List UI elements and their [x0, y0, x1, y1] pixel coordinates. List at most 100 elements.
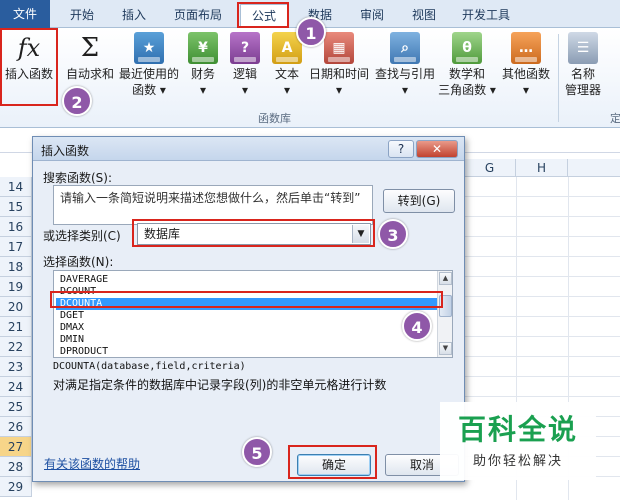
search-function-label: 搜索函数(S):: [43, 171, 113, 185]
defined-names-group-label: 定: [610, 112, 620, 125]
tab-review[interactable]: 审阅: [352, 4, 392, 28]
datetime-label: 日期和时间: [308, 67, 369, 81]
autosum-label: 自动求和: [65, 67, 114, 81]
category-select[interactable]: 数据库 ▼: [137, 223, 371, 245]
category-label: 或选择类别(C): [43, 229, 121, 243]
function-list-item[interactable]: DMAX: [56, 322, 439, 334]
category-value: 数据库: [144, 227, 181, 241]
name-manager-sub-label: 管理器: [564, 83, 601, 97]
row-header[interactable]: 29: [0, 477, 32, 497]
column-header-g[interactable]: G: [464, 159, 516, 177]
watermark-subtitle: 助你轻松解决: [472, 454, 563, 469]
step-badge-4: 4: [402, 311, 432, 341]
tab-view[interactable]: 视图: [404, 4, 444, 28]
ok-button[interactable]: 确定: [297, 454, 371, 476]
step-badge-5: 5: [242, 437, 272, 467]
name-manager-label: 名称: [570, 67, 595, 81]
row-header[interactable]: 28: [0, 457, 32, 477]
row-header[interactable]: 21: [0, 317, 32, 337]
name-manager-button[interactable]: ☰ 名称 管理器: [562, 32, 604, 98]
tab-formulas[interactable]: 公式: [240, 4, 288, 29]
other-label: 其他函数: [501, 67, 550, 81]
close-icon[interactable]: ✕: [416, 140, 458, 158]
insert-function-dialog: 插入函数 ? ✕ 搜索函数(S): 请输入一条简短说明来描述您想做什么，然后单击…: [32, 136, 465, 482]
more-functions-book-icon: …: [511, 32, 541, 64]
row-header-selected[interactable]: 27: [0, 437, 32, 457]
row-header[interactable]: 24: [0, 377, 32, 397]
tab-developer[interactable]: 开发工具: [454, 4, 518, 28]
calendar-book-icon: ▦: [324, 32, 354, 64]
star-book-icon: ★: [134, 32, 164, 64]
row-header[interactable]: 23: [0, 357, 32, 377]
theta-book-icon: θ: [452, 32, 482, 64]
row-header[interactable]: 14: [0, 177, 32, 197]
row-header[interactable]: 26: [0, 417, 32, 437]
text-label: 文本: [274, 67, 299, 81]
row-header[interactable]: 20: [0, 297, 32, 317]
watermark-title: 百科全说: [457, 413, 578, 446]
function-help-link[interactable]: 有关该函数的帮助: [44, 455, 140, 472]
financial-label: 财务: [190, 67, 215, 81]
scroll-up-icon[interactable]: ▲: [439, 272, 452, 285]
function-listbox[interactable]: DAVERAGE DCOUNT DCOUNTA DGET DMAX DMIN D…: [53, 270, 453, 358]
row-header[interactable]: 17: [0, 237, 32, 257]
step-badge-3: 3: [378, 219, 408, 249]
other-arrow: ▾: [522, 83, 530, 97]
select-function-label: 选择函数(N):: [43, 255, 114, 269]
row-header[interactable]: 15: [0, 197, 32, 217]
insert-function-label: 插入函数: [4, 67, 53, 81]
more-functions-button[interactable]: … 其他函数 ▾: [498, 32, 554, 98]
autosum-button[interactable]: Σ 自动求和: [62, 32, 118, 82]
insert-function-button[interactable]: fx 插入函数: [2, 32, 56, 82]
math-label: 数学和: [448, 67, 485, 81]
function-description: 对满足指定条件的数据库中记录字段(列)的非空单元格进行计数: [53, 378, 387, 392]
search-function-input[interactable]: 请输入一条简短说明来描述您想做什么，然后单击“转到”: [53, 185, 373, 225]
dialog-titlebar[interactable]: 插入函数 ? ✕: [33, 137, 464, 161]
row-header[interactable]: 22: [0, 337, 32, 357]
function-list-item[interactable]: DAVERAGE: [56, 274, 439, 286]
datetime-arrow: ▾: [335, 83, 343, 97]
tab-page-layout[interactable]: 页面布局: [166, 4, 230, 28]
dropdown-arrow-icon[interactable]: ▼: [352, 225, 369, 243]
tab-file[interactable]: 文件: [0, 0, 50, 28]
logical-arrow: ▾: [241, 83, 249, 97]
goto-button[interactable]: 转到(G): [383, 189, 455, 213]
tab-home[interactable]: 开始: [60, 4, 104, 28]
row-header[interactable]: 19: [0, 277, 32, 297]
watermark-logo: 百科全说 助你轻松解决: [440, 402, 596, 480]
logical-button[interactable]: ? 逻辑 ▾: [228, 32, 262, 98]
dialog-title: 插入函数: [41, 144, 90, 158]
row-header[interactable]: 18: [0, 257, 32, 277]
math-trig-button[interactable]: θ 数学和 三角函数 ▾: [438, 32, 496, 98]
financial-button[interactable]: ¥ 财务 ▾: [186, 32, 220, 98]
scroll-down-icon[interactable]: ▼: [439, 342, 452, 355]
name-manager-icon: ☰: [568, 32, 598, 64]
list-scrollbar[interactable]: ▲ ▼: [437, 271, 452, 357]
sigma-icon: Σ: [80, 33, 100, 63]
recent-label: 最近使用的: [118, 67, 179, 81]
step-badge-1: 1: [296, 17, 326, 47]
group-separator: [558, 34, 559, 122]
lookup-reference-button[interactable]: ⌕ 查找与引用 ▾: [372, 32, 438, 98]
help-button[interactable]: ?: [388, 140, 414, 158]
math-sub-label: 三角函数 ▾: [438, 83, 496, 97]
column-header-i[interactable]: [568, 159, 620, 177]
text-arrow: ▾: [283, 83, 291, 97]
recent-sub-label: 函数 ▾: [132, 83, 166, 97]
row-header[interactable]: 25: [0, 397, 32, 417]
fx-icon: fx: [17, 34, 41, 62]
recent-functions-button[interactable]: ★ 最近使用的 函数 ▾: [118, 32, 180, 98]
logical-book-icon: ?: [230, 32, 260, 64]
lookup-arrow: ▾: [401, 83, 409, 97]
financial-arrow: ▾: [199, 83, 207, 97]
row-header[interactable]: 16: [0, 217, 32, 237]
column-header-h[interactable]: H: [516, 159, 568, 177]
function-list-item-selected[interactable]: DCOUNTA: [56, 298, 439, 310]
logical-label: 逻辑: [232, 67, 257, 81]
function-list-item[interactable]: DPRODUCT: [56, 346, 439, 357]
function-list-item[interactable]: DMIN: [56, 334, 439, 346]
tab-insert[interactable]: 插入: [114, 4, 154, 28]
function-list-item[interactable]: DCOUNT: [56, 286, 439, 298]
function-list-item[interactable]: DGET: [56, 310, 439, 322]
scroll-thumb[interactable]: [439, 295, 452, 317]
